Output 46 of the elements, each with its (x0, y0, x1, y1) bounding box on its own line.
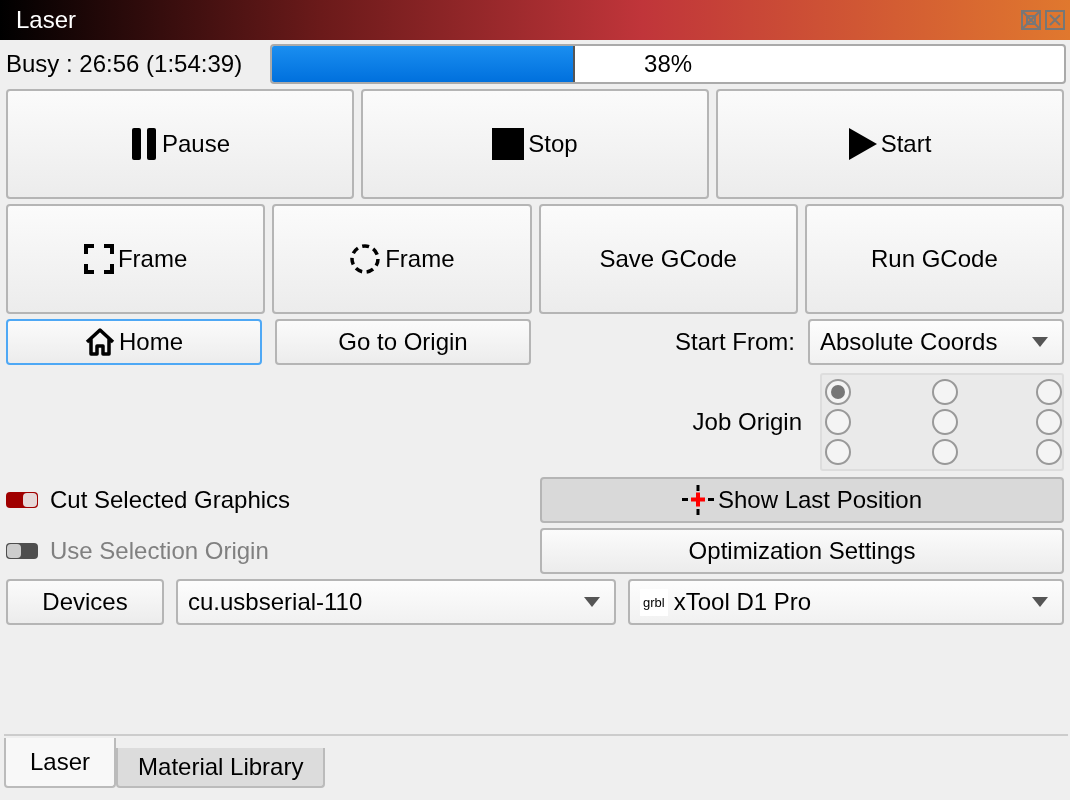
port-dropdown[interactable]: cu.usbserial-110 (176, 579, 616, 625)
status-text: Busy : 26:56 (1:54:39) (6, 50, 243, 78)
radio-button[interactable] (825, 439, 851, 465)
radio-button[interactable] (1036, 379, 1062, 405)
crosshair-icon (681, 485, 714, 515)
toggle-label: Cut Selected Graphics (50, 486, 291, 514)
radio-button[interactable] (825, 379, 851, 405)
start-from-dropdown[interactable]: Absolute Coords (808, 319, 1064, 365)
radio-button[interactable] (825, 409, 851, 435)
toggle-switch[interactable] (6, 492, 38, 508)
toggle-label: Use Selection Origin (50, 537, 269, 565)
close-icon[interactable] (1044, 9, 1066, 31)
radio-button[interactable] (932, 409, 958, 435)
home-icon (85, 328, 115, 356)
dropdown-caret-icon (1032, 597, 1048, 607)
dashed-circle-icon (349, 243, 382, 275)
play-icon (848, 128, 877, 160)
start-from-label: Start From: (675, 328, 795, 356)
frame-button[interactable]: Frame (272, 204, 532, 314)
dropdown-caret-icon (1032, 337, 1048, 347)
dropdown-caret-icon (584, 597, 600, 607)
stop-icon (492, 128, 525, 160)
go-to-origin-button[interactable]: Go to Origin (275, 319, 531, 365)
optimization-settings-button[interactable]: Optimization Settings (540, 528, 1064, 574)
device-dropdown[interactable]: grbl xTool D1 Pro (628, 579, 1064, 625)
radio-button[interactable] (932, 439, 958, 465)
home-button[interactable]: Home (6, 319, 262, 365)
gcode-button[interactable]: Run GCode (804, 204, 1064, 314)
frame-button[interactable]: Frame (6, 204, 266, 314)
pause-icon (129, 127, 158, 161)
gcode-button[interactable]: Save GCode (538, 204, 798, 314)
radio-button[interactable] (1036, 439, 1062, 465)
start-button[interactable]: Start (716, 89, 1064, 199)
show-last-position-button[interactable]: Show Last Position (540, 477, 1064, 523)
tab[interactable]: Laser (4, 738, 117, 788)
float-window-icon[interactable] (1020, 9, 1042, 31)
job-origin-label: Job Origin (692, 408, 802, 436)
device-logo: grbl (640, 588, 668, 616)
progress-percent: 38% (644, 50, 693, 78)
tab[interactable]: Material Library (116, 748, 326, 788)
radio-button[interactable] (1036, 409, 1062, 435)
window-title: Laser (16, 6, 77, 34)
pause-button[interactable]: Pause (6, 89, 354, 199)
stop-button[interactable]: Stop (361, 89, 709, 199)
radio-button[interactable] (932, 379, 958, 405)
devices-button[interactable]: Devices (6, 579, 164, 625)
